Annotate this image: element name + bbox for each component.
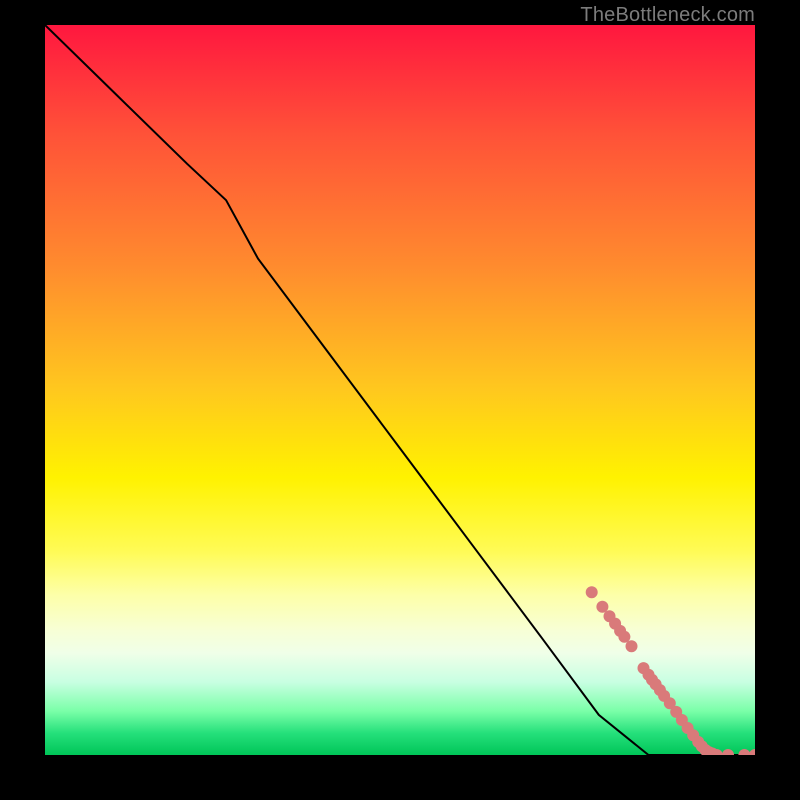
data-point: [722, 749, 734, 755]
bottleneck-curve: [45, 25, 755, 755]
attribution-label: TheBottleneck.com: [580, 4, 755, 27]
data-point: [626, 640, 638, 652]
data-points: [586, 586, 755, 755]
data-point: [596, 601, 608, 613]
data-point: [738, 749, 750, 755]
data-point: [749, 749, 755, 755]
chart-overlay: [45, 25, 755, 755]
data-point: [618, 631, 630, 643]
chart-container: TheBottleneck.com: [0, 0, 800, 800]
plot-area: [45, 25, 755, 755]
data-point: [586, 586, 598, 598]
